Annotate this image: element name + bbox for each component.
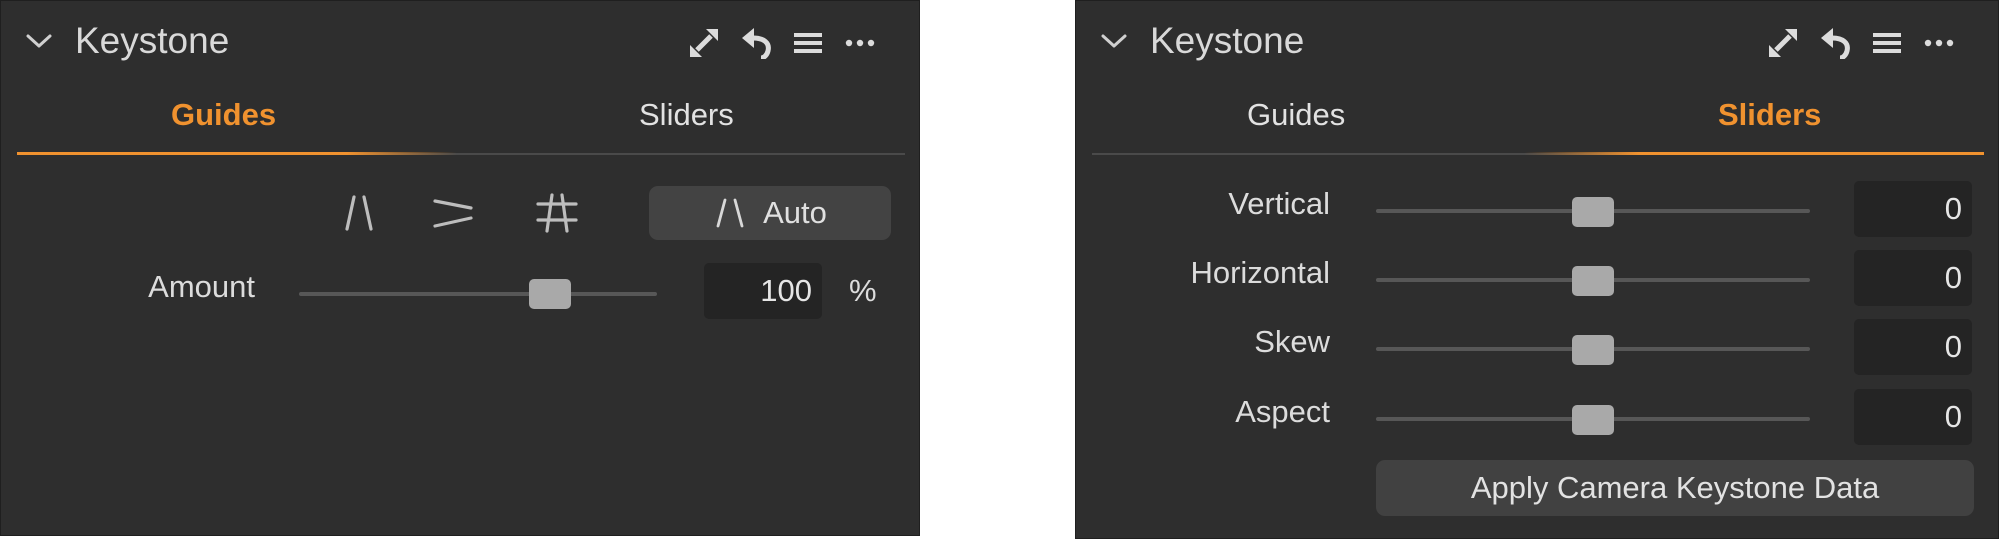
tab-sliders[interactable]: Sliders (639, 97, 734, 133)
horizontal-slider-thumb[interactable] (1572, 266, 1614, 296)
full-keystone-icon[interactable] (535, 191, 579, 235)
horizontal-label: Horizontal (1190, 255, 1330, 290)
vertical-value-field[interactable]: 0 (1854, 181, 1972, 237)
tab-bar: Guides Sliders (17, 87, 905, 155)
amount-slider-thumb[interactable] (528, 279, 571, 309)
tab-guides[interactable]: Guides (171, 97, 276, 133)
presets-menu-icon[interactable] (791, 26, 825, 60)
tab-sliders[interactable]: Sliders (1718, 97, 1821, 133)
chevron-down-icon[interactable] (25, 31, 53, 51)
aspect-label: Aspect (1235, 394, 1330, 429)
panel-header: Keystone (1, 1, 919, 81)
keystone-panel-guides: Keystone Guides Sliders Auto Amount 100 … (0, 0, 920, 536)
reset-icon[interactable] (1818, 26, 1852, 60)
header-tools (687, 23, 877, 63)
amount-unit: % (849, 273, 877, 308)
keystone-panel-sliders: Keystone Guides Sliders Vertical 0 Horiz… (1075, 0, 1999, 539)
panel-title: Keystone (75, 20, 230, 61)
vertical-label: Vertical (1228, 186, 1330, 221)
amount-value-field[interactable]: 100 (704, 263, 822, 319)
tab-guides[interactable]: Guides (1247, 97, 1345, 133)
panel-header: Keystone (1076, 1, 1998, 81)
more-icon[interactable] (843, 26, 877, 60)
vertical-keystone-icon[interactable] (337, 191, 381, 235)
amount-slider-track[interactable] (299, 292, 657, 296)
header-tools (1766, 23, 1956, 63)
horizontal-keystone-icon[interactable] (431, 191, 475, 235)
horizontal-value-field[interactable]: 0 (1854, 250, 1972, 306)
aspect-value-field[interactable]: 0 (1854, 389, 1972, 445)
apply-camera-keystone-button[interactable]: Apply Camera Keystone Data (1376, 460, 1974, 516)
vertical-keystone-icon (716, 198, 744, 228)
presets-menu-icon[interactable] (1870, 26, 1904, 60)
vertical-slider-thumb[interactable] (1572, 197, 1614, 227)
auto-button-label: Auto (763, 195, 827, 230)
tab-active-indicator (17, 152, 457, 155)
panel-title: Keystone (1150, 20, 1305, 61)
amount-label: Amount (148, 269, 255, 304)
auto-button[interactable]: Auto (649, 186, 891, 240)
expand-icon[interactable] (687, 26, 721, 60)
chevron-down-icon[interactable] (1100, 31, 1128, 51)
reset-icon[interactable] (739, 26, 773, 60)
tab-active-indicator (1524, 152, 1984, 155)
skew-slider-thumb[interactable] (1572, 335, 1614, 365)
expand-icon[interactable] (1766, 26, 1800, 60)
skew-value-field[interactable]: 0 (1854, 319, 1972, 375)
skew-label: Skew (1254, 324, 1330, 359)
tab-bar: Guides Sliders (1092, 87, 1984, 155)
more-icon[interactable] (1922, 26, 1956, 60)
aspect-slider-thumb[interactable] (1572, 405, 1614, 435)
